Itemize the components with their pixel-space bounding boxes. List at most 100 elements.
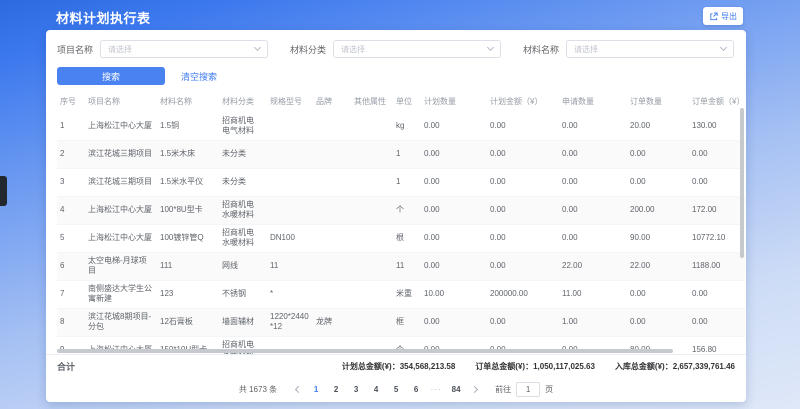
- table-cell: 网线: [219, 252, 267, 280]
- table-cell: 不锈钢: [219, 280, 267, 308]
- prev-page-button[interactable]: [290, 383, 304, 397]
- export-button[interactable]: 导出: [703, 7, 743, 25]
- page-unit-label: 页: [545, 384, 553, 395]
- table-row[interactable]: 3滨江花城三期项目1.5米水平仪未分类10.000.000.000.000.00: [57, 168, 745, 196]
- table-cell: 0.00: [559, 112, 627, 140]
- pagination-bar: 共 1673 条 123456···84 前往 页: [46, 377, 746, 402]
- table-cell: 172.00: [689, 196, 745, 224]
- page-number-6[interactable]: 6: [409, 383, 423, 397]
- table-cell: [313, 112, 351, 140]
- column-header: 订单数量: [627, 92, 689, 112]
- table-cell: 上海松江中心大厦: [85, 224, 157, 252]
- table-cell: 0.00: [559, 140, 627, 168]
- table-cell: 1220*2440*12: [267, 308, 313, 336]
- table-row[interactable]: 5上海松江中心大厦100镀锌管Q招商机电 水暖材料DN100根0.000.000…: [57, 224, 745, 252]
- table-row[interactable]: 1上海松江中心大厦1.5铜招商机电 电气材料kg0.000.000.0020.0…: [57, 112, 745, 140]
- table-cell: 1188.00: [689, 252, 745, 280]
- vertical-scrollbar[interactable]: [740, 108, 744, 258]
- table-cell: DN100: [267, 224, 313, 252]
- table-cell: 11.00: [559, 280, 627, 308]
- table-cell: [267, 112, 313, 140]
- project-name-select[interactable]: 请选择: [100, 40, 268, 58]
- table-cell: 滨江花城三期项目: [85, 140, 157, 168]
- column-header: 项目名称: [85, 92, 157, 112]
- table-cell: [313, 140, 351, 168]
- table-cell: 滨江花城三期项目: [85, 168, 157, 196]
- table-cell: 200000.00: [487, 280, 559, 308]
- table-cell: 6: [57, 252, 85, 280]
- table-cell: 0.00: [559, 196, 627, 224]
- chevron-down-icon: [720, 44, 727, 51]
- table-cell: 0.00: [487, 112, 559, 140]
- table-row[interactable]: 2滨江花城三期项目1.5米木床未分类10.000.000.000.000.00: [57, 140, 745, 168]
- table-cell: 个: [393, 196, 421, 224]
- clear-search-link[interactable]: 清空搜索: [181, 70, 217, 83]
- summary-bar: 合计 计划总金额(¥)：354,568,213.58 订单总金额(¥)：1,05…: [46, 354, 746, 377]
- table-row[interactable]: 4上海松江中心大厦100*8U型卡招商机电 水暖材料个0.000.000.002…: [57, 196, 745, 224]
- table-cell: 10.00: [421, 280, 487, 308]
- table-cell: 0.00: [559, 168, 627, 196]
- table-cell: 0.00: [487, 252, 559, 280]
- page-number-84[interactable]: 84: [449, 383, 463, 397]
- table-cell: 上海松江中心大厦: [85, 196, 157, 224]
- page-number-4[interactable]: 4: [369, 383, 383, 397]
- table-cell: 90.00: [627, 224, 689, 252]
- table-cell: 未分类: [219, 168, 267, 196]
- table-cell: [313, 168, 351, 196]
- table-cell: 1.5米水平仪: [157, 168, 219, 196]
- table-cell: [351, 224, 393, 252]
- inbound-total-amount: 入库总金额(¥)：2,657,339,761.46: [615, 361, 735, 372]
- table-row[interactable]: 6太空电梯-月球项目111网线11110.000.0022.0022.00118…: [57, 252, 745, 280]
- table-cell: 墙面辅材: [219, 308, 267, 336]
- page-number-1[interactable]: 1: [309, 383, 323, 397]
- next-page-button[interactable]: [468, 383, 482, 397]
- table-cell: 0.00: [559, 224, 627, 252]
- goto-page: 前往 页: [495, 382, 553, 397]
- table-cell: 1: [393, 168, 421, 196]
- table-cell: [351, 308, 393, 336]
- chevron-down-icon: [487, 44, 494, 51]
- select-placeholder: 请选择: [341, 44, 365, 55]
- table-cell: 招商机电 水暖材料: [219, 224, 267, 252]
- table-cell: 8: [57, 308, 85, 336]
- table-cell: 0.00: [627, 280, 689, 308]
- table-cell: [351, 252, 393, 280]
- horizontal-scrollbar[interactable]: [57, 349, 673, 353]
- column-header: 计划数量: [421, 92, 487, 112]
- goto-page-input[interactable]: [516, 382, 540, 397]
- table-row[interactable]: 8滨江花城8期项目-分包12石膏板墙面辅材1220*2440*12龙牌框0.00…: [57, 308, 745, 336]
- table-cell: 0.00: [689, 308, 745, 336]
- table-cell: 龙牌: [313, 308, 351, 336]
- column-header: 计划金额（¥）: [487, 92, 559, 112]
- chevron-left-icon: [295, 386, 302, 393]
- page-number-list: 123456···84: [309, 383, 463, 397]
- table-header-row: 序号项目名称材料名称材料分类规格型号品牌其他属性单位计划数量计划金额（¥）申请数…: [57, 92, 745, 112]
- drawer-handle[interactable]: [0, 176, 7, 206]
- filter-material-name: 材料名称 请选择: [523, 40, 734, 58]
- table-cell: 根: [393, 224, 421, 252]
- table-cell: 11: [267, 252, 313, 280]
- table-cell: 1.5米木床: [157, 140, 219, 168]
- table-cell: [267, 140, 313, 168]
- page-number-2[interactable]: 2: [329, 383, 343, 397]
- table-cell: 太空电梯-月球项目: [85, 252, 157, 280]
- search-button[interactable]: 搜索: [57, 67, 165, 85]
- table-cell: 0.00: [487, 196, 559, 224]
- column-header: 申请数量: [559, 92, 627, 112]
- table-row[interactable]: 7南侧盛达大学生公寓新建123不锈钢*米重10.00200000.0011.00…: [57, 280, 745, 308]
- table-cell: 7: [57, 280, 85, 308]
- material-category-select[interactable]: 请选择: [333, 40, 501, 58]
- table-cell: 上海松江中心大厦: [85, 112, 157, 140]
- table-cell: 10772.10: [689, 224, 745, 252]
- material-name-select[interactable]: 请选择: [566, 40, 734, 58]
- table-cell: 0.00: [421, 140, 487, 168]
- chevron-down-icon: [254, 44, 261, 51]
- table-cell: 123: [157, 280, 219, 308]
- table-cell: 0.00: [689, 280, 745, 308]
- table-cell: *: [267, 280, 313, 308]
- table-cell: 1: [57, 112, 85, 140]
- page-number-5[interactable]: 5: [389, 383, 403, 397]
- table-cell: 0.00: [421, 308, 487, 336]
- page-number-3[interactable]: 3: [349, 383, 363, 397]
- summary-total-label: 合计: [57, 360, 75, 373]
